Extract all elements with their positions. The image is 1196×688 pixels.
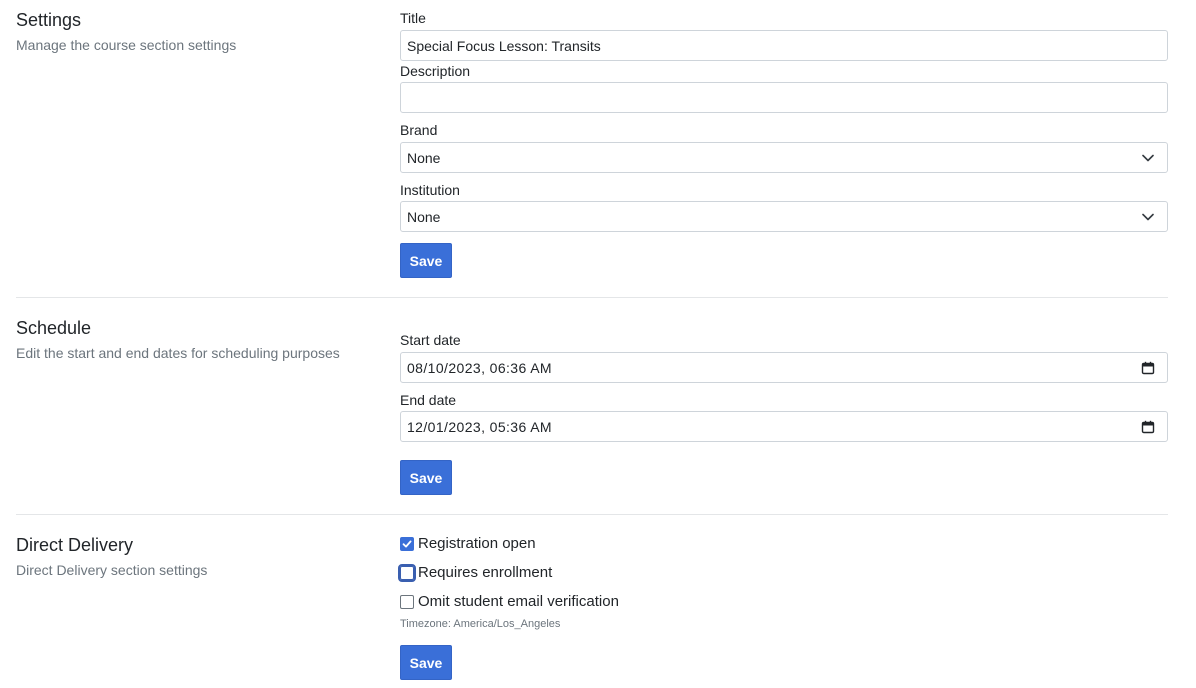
registration-open-label: Registration open: [418, 535, 536, 552]
registration-open-checkbox[interactable]: [400, 536, 414, 551]
schedule-title: Schedule: [16, 318, 92, 338]
omit-email-verification-checkbox-row[interactable]: Omit student email verification: [400, 593, 619, 610]
brand-select-value: None: [407, 149, 441, 166]
start-date-label: Start date: [400, 332, 461, 348]
start-date-value: 08/10/2023, 06:36 AM: [407, 359, 552, 376]
divider: [16, 514, 1168, 515]
end-date-input[interactable]: 12/01/2023, 05:36 AM: [400, 411, 1168, 442]
end-date-label: End date: [400, 392, 457, 408]
omit-email-verification-checkbox[interactable]: [400, 594, 414, 609]
settings-save-button[interactable]: Save: [400, 243, 452, 278]
registration-open-checkbox-row[interactable]: Registration open: [400, 535, 536, 552]
divider: [16, 297, 1168, 298]
calendar-icon[interactable]: [1141, 420, 1155, 437]
omit-email-verification-label: Omit student email verification: [418, 593, 619, 610]
title-label: Title: [400, 10, 426, 26]
direct-delivery-save-button[interactable]: Save: [400, 645, 452, 680]
institution-label: Institution: [400, 182, 460, 198]
institution-select[interactable]: None: [400, 201, 1168, 232]
brand-label: Brand: [400, 122, 438, 138]
calendar-icon[interactable]: [1141, 361, 1155, 378]
chevron-down-icon: [1141, 210, 1155, 227]
end-date-value: 12/01/2023, 05:36 AM: [407, 418, 552, 435]
settings-title: Settings: [16, 10, 82, 30]
institution-select-value: None: [407, 208, 441, 225]
checkmark-icon: [402, 540, 412, 547]
start-date-input[interactable]: 08/10/2023, 06:36 AM: [400, 352, 1168, 383]
description-label: Description: [400, 63, 471, 79]
requires-enrollment-label: Requires enrollment: [418, 564, 553, 581]
brand-select[interactable]: None: [400, 142, 1168, 173]
description-input[interactable]: [400, 82, 1168, 113]
schedule-save-button[interactable]: Save: [400, 460, 452, 495]
settings-subtitle: Manage the course section settings: [16, 37, 237, 53]
requires-enrollment-checkbox-row[interactable]: Requires enrollment: [398, 563, 553, 582]
title-input-value: Special Focus Lesson: Transits: [407, 37, 601, 54]
schedule-subtitle: Edit the start and end dates for schedul…: [16, 345, 340, 361]
requires-enrollment-checkbox[interactable]: [398, 563, 416, 582]
timezone-text: Timezone: America/Los_Angeles: [400, 618, 561, 630]
direct-delivery-subtitle: Direct Delivery section settings: [16, 562, 208, 578]
title-input[interactable]: Special Focus Lesson: Transits: [400, 30, 1168, 61]
direct-delivery-title: Direct Delivery: [16, 535, 134, 555]
chevron-down-icon: [1141, 151, 1155, 168]
